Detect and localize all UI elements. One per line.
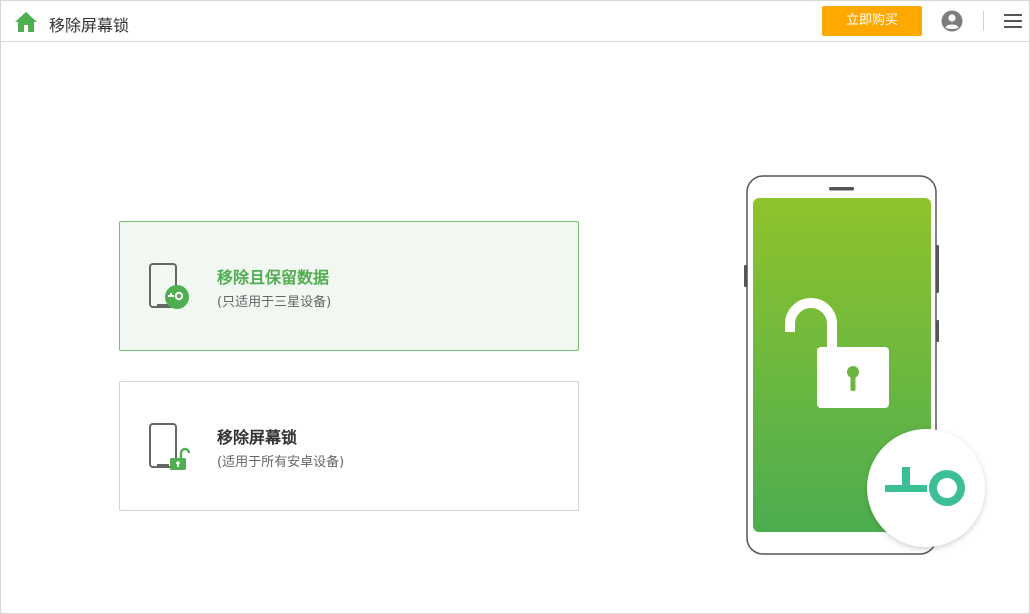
option-subtitle: (只适用于三星设备) bbox=[217, 295, 332, 310]
buy-now-button[interactable]: 立即购买 bbox=[822, 6, 922, 36]
menu-icon[interactable] bbox=[1004, 13, 1022, 29]
page-title: 移除屏幕锁 bbox=[49, 16, 130, 35]
option-remove-keep-data[interactable]: 移除且保留数据 (只适用于三星设备) bbox=[119, 221, 579, 351]
title-bar: 移除屏幕锁 立即购买 bbox=[1, 1, 1029, 42]
option-title: 移除且保留数据 bbox=[217, 268, 330, 287]
header-divider bbox=[983, 11, 984, 31]
phone-key-icon bbox=[149, 263, 189, 309]
user-icon[interactable] bbox=[941, 10, 963, 32]
option-remove-screen-lock[interactable]: 移除屏幕锁 (适用于所有安卓设备) bbox=[119, 381, 579, 511]
option-subtitle: (适用于所有安卓设备) bbox=[217, 455, 345, 470]
phone-unlock-icon bbox=[149, 423, 191, 470]
option-title: 移除屏幕锁 bbox=[217, 428, 298, 447]
phone-illustration bbox=[744, 175, 985, 555]
home-icon[interactable] bbox=[13, 9, 39, 35]
key-badge-icon bbox=[867, 429, 985, 547]
